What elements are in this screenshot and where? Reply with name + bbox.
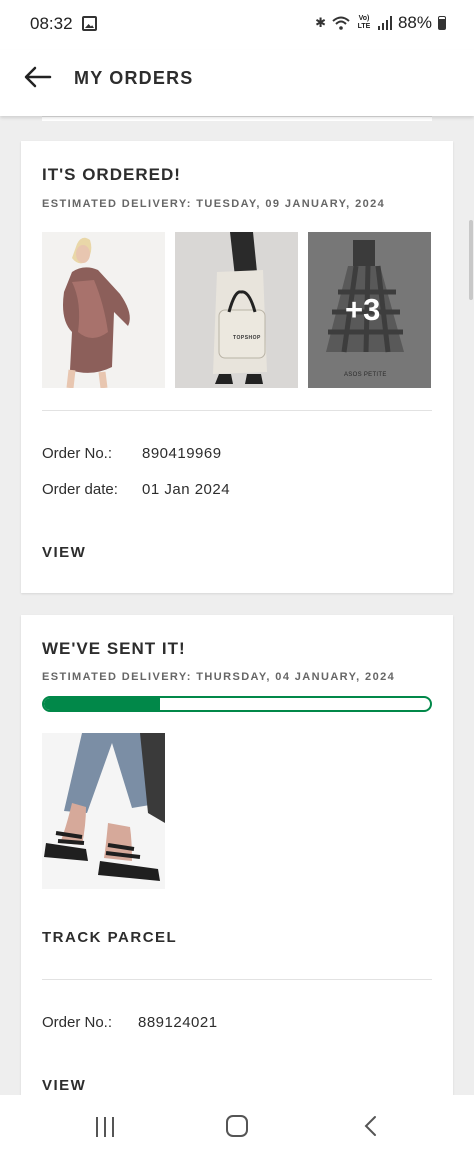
app-header: MY ORDERS bbox=[0, 50, 474, 116]
recent-apps-icon[interactable] bbox=[94, 1117, 116, 1137]
status-time: 08:32 bbox=[30, 14, 73, 33]
delivery-progress-bar bbox=[42, 696, 432, 712]
order-item-image[interactable] bbox=[42, 232, 165, 388]
volte-label: Vo) LTE bbox=[357, 15, 371, 30]
order-status-title: IT'S ORDERED! bbox=[42, 165, 181, 184]
previous-card-edge bbox=[42, 116, 432, 121]
order-card: IT'S ORDERED! ESTIMATED DELIVERY: TUESDA… bbox=[21, 141, 453, 593]
view-button[interactable]: VIEW bbox=[42, 544, 86, 561]
scrollbar[interactable] bbox=[469, 220, 473, 300]
order-item-image[interactable] bbox=[42, 733, 165, 889]
gallery-notification-icon bbox=[82, 16, 97, 31]
divider bbox=[42, 979, 432, 980]
brand-label: ASOS PETITE bbox=[344, 372, 387, 378]
order-number: 889124021 bbox=[138, 1014, 218, 1031]
view-button[interactable]: VIEW bbox=[42, 1077, 86, 1094]
brand-label: TOPSHOP bbox=[233, 335, 261, 341]
order-date: 01 Jan 2024 bbox=[142, 481, 231, 498]
signal-icon bbox=[377, 16, 392, 30]
bluetooth-icon: ✱ bbox=[315, 15, 326, 30]
home-icon[interactable] bbox=[226, 1115, 248, 1137]
order-number-label: Order No.: bbox=[42, 1014, 113, 1031]
order-number: 890419969 bbox=[142, 445, 222, 462]
back-nav-icon[interactable] bbox=[360, 1115, 382, 1137]
delivery-progress-fill bbox=[44, 698, 160, 710]
system-nav-bar bbox=[0, 1095, 474, 1158]
more-items-count: +3 bbox=[345, 292, 381, 327]
battery-percent: 88% bbox=[397, 13, 432, 32]
order-status-title: WE'VE SENT IT! bbox=[42, 639, 186, 658]
status-indicators: ✱ Vo) LTE 88% bbox=[315, 13, 446, 33]
estimated-delivery: ESTIMATED DELIVERY: TUESDAY, 09 JANUARY,… bbox=[42, 198, 386, 210]
track-parcel-button[interactable]: TRACK PARCEL bbox=[42, 929, 177, 946]
page-title: MY ORDERS bbox=[74, 68, 194, 88]
estimated-delivery: ESTIMATED DELIVERY: THURSDAY, 04 JANUARY… bbox=[42, 671, 396, 683]
divider bbox=[42, 410, 432, 411]
wifi-icon bbox=[332, 16, 350, 30]
battery-icon bbox=[438, 16, 446, 30]
order-date-label: Order date: bbox=[42, 481, 118, 498]
status-bar: 08:32 ✱ Vo) LTE 88% bbox=[0, 0, 474, 50]
order-item-image-more[interactable]: +3 ASOS PETITE bbox=[308, 232, 431, 388]
order-number-label: Order No.: bbox=[42, 445, 113, 462]
order-card: WE'VE SENT IT! ESTIMATED DELIVERY: THURS… bbox=[21, 615, 453, 1110]
back-arrow-icon[interactable] bbox=[22, 64, 52, 94]
order-item-image[interactable]: TOPSHOP bbox=[175, 232, 298, 388]
